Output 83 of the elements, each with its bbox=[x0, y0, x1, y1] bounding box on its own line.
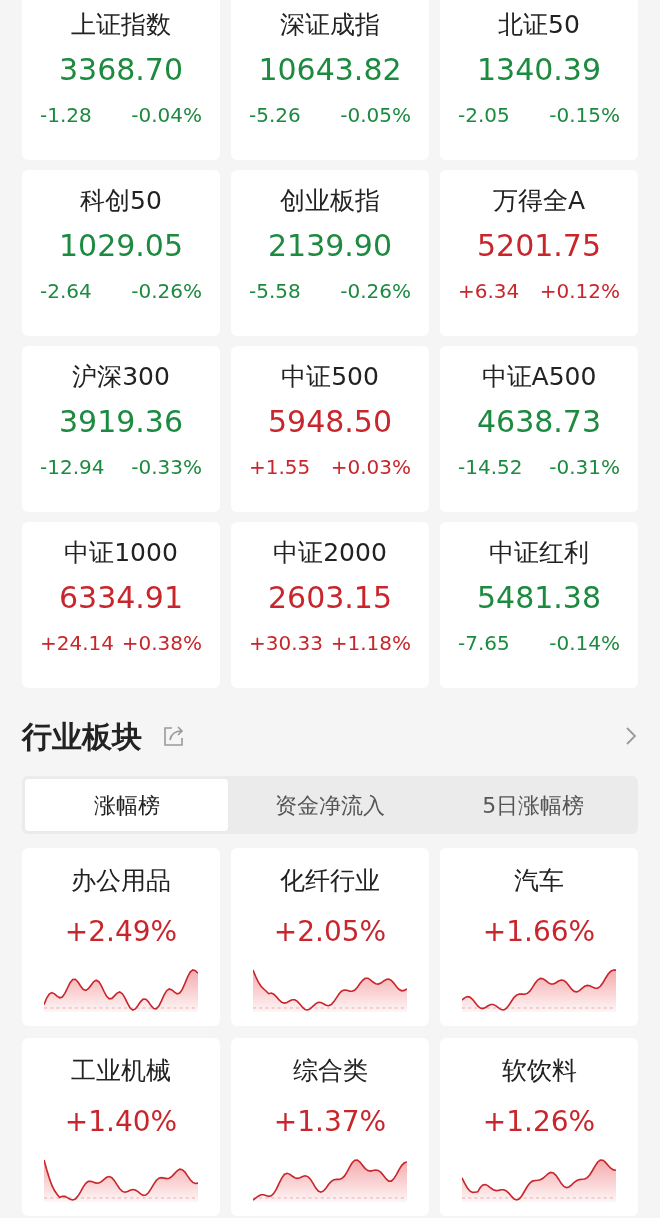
tab[interactable]: 涨幅榜 bbox=[25, 779, 229, 831]
index-change: -2.64 bbox=[40, 278, 92, 305]
sector-name: 汽车 bbox=[514, 865, 564, 897]
index-change: -7.65 bbox=[458, 630, 510, 657]
sector-name: 软饮料 bbox=[501, 1055, 577, 1087]
index-percent: -0.04% bbox=[131, 102, 202, 129]
section-title: 行业板块 bbox=[22, 717, 142, 756]
index-change: -14.52 bbox=[458, 454, 523, 481]
index-name: 北证50 bbox=[498, 9, 580, 41]
index-value: 6334.91 bbox=[58, 579, 184, 617]
index-card[interactable]: 北证50 1340.39 -2.05 -0.15% bbox=[440, 0, 638, 160]
index-change: -12.94 bbox=[40, 454, 105, 481]
sector-name: 办公用品 bbox=[71, 865, 171, 897]
sector-card[interactable]: 化纤行业 +2.05% bbox=[231, 848, 429, 1026]
index-card[interactable]: 中证A500 4638.73 -14.52 -0.31% bbox=[440, 346, 638, 512]
index-name: 沪深300 bbox=[72, 361, 170, 393]
index-name: 上证指数 bbox=[71, 9, 171, 41]
index-name: 中证1000 bbox=[64, 537, 178, 569]
sector-percent: +1.66% bbox=[482, 914, 596, 950]
index-value: 5201.75 bbox=[476, 227, 602, 265]
index-name: 科创50 bbox=[80, 185, 162, 217]
sector-card[interactable]: 软饮料 +1.26% bbox=[440, 1038, 638, 1216]
index-card[interactable]: 深证成指 10643.82 -5.26 -0.05% bbox=[231, 0, 429, 160]
index-card[interactable]: 沪深300 3919.36 -12.94 -0.33% bbox=[22, 346, 220, 512]
index-percent: -0.33% bbox=[131, 454, 202, 481]
index-change: +1.55 bbox=[249, 454, 311, 481]
index-card[interactable]: 中证500 5948.50 +1.55 +0.03% bbox=[231, 346, 429, 512]
sector-card[interactable]: 办公用品 +2.49% bbox=[22, 848, 220, 1026]
index-percent: -0.14% bbox=[549, 630, 620, 657]
index-value: 5948.50 bbox=[267, 403, 393, 441]
index-card[interactable]: 中证1000 6334.91 +24.14 +0.38% bbox=[22, 522, 220, 688]
index-name: 深证成指 bbox=[280, 9, 380, 41]
tab[interactable]: 5日涨幅榜 bbox=[431, 779, 635, 831]
index-value: 2603.15 bbox=[267, 579, 393, 617]
index-value: 3919.36 bbox=[58, 403, 184, 441]
index-change: -2.05 bbox=[458, 102, 510, 129]
index-change: -1.28 bbox=[40, 102, 92, 129]
index-value: 2139.90 bbox=[267, 227, 393, 265]
index-value: 3368.70 bbox=[58, 51, 184, 89]
index-card[interactable]: 中证2000 2603.15 +30.33 +1.18% bbox=[231, 522, 429, 688]
share-icon[interactable] bbox=[162, 724, 186, 748]
index-percent: +0.38% bbox=[121, 630, 202, 657]
index-percent: -0.26% bbox=[340, 278, 411, 305]
sector-percent: +1.26% bbox=[482, 1104, 596, 1140]
sector-card[interactable]: 工业机械 +1.40% bbox=[22, 1038, 220, 1216]
index-percent: -0.26% bbox=[131, 278, 202, 305]
sector-name: 化纤行业 bbox=[280, 865, 380, 897]
index-percent: +1.18% bbox=[330, 630, 411, 657]
index-card[interactable]: 上证指数 3368.70 -1.28 -0.04% bbox=[22, 0, 220, 160]
sector-percent: +2.05% bbox=[273, 914, 387, 950]
index-percent: +0.03% bbox=[330, 454, 411, 481]
index-value: 1029.05 bbox=[58, 227, 184, 265]
index-change: -5.26 bbox=[249, 102, 301, 129]
tab[interactable]: 资金净流入 bbox=[228, 779, 432, 831]
sector-percent: +1.37% bbox=[273, 1104, 387, 1140]
index-card[interactable]: 万得全A 5201.75 +6.34 +0.12% bbox=[440, 170, 638, 336]
index-value: 5481.38 bbox=[476, 579, 602, 617]
sector-card[interactable]: 综合类 +1.37% bbox=[231, 1038, 429, 1216]
index-change: -5.58 bbox=[249, 278, 301, 305]
index-name: 中证A500 bbox=[481, 361, 597, 393]
index-name: 中证500 bbox=[281, 361, 379, 393]
sector-name: 工业机械 bbox=[71, 1055, 171, 1087]
index-change: +6.34 bbox=[458, 278, 520, 305]
index-percent: -0.15% bbox=[549, 102, 620, 129]
index-percent: -0.05% bbox=[340, 102, 411, 129]
index-card[interactable]: 创业板指 2139.90 -5.58 -0.26% bbox=[231, 170, 429, 336]
sector-name: 综合类 bbox=[292, 1055, 368, 1087]
sector-percent: +1.40% bbox=[64, 1104, 178, 1140]
index-change: +24.14 bbox=[40, 630, 114, 657]
index-name: 万得全A bbox=[492, 185, 586, 217]
index-name: 中证红利 bbox=[489, 537, 589, 569]
sector-percent: +2.49% bbox=[64, 914, 178, 950]
index-percent: -0.31% bbox=[549, 454, 620, 481]
index-change: +30.33 bbox=[249, 630, 323, 657]
index-card[interactable]: 科创50 1029.05 -2.64 -0.26% bbox=[22, 170, 220, 336]
index-value: 10643.82 bbox=[258, 51, 402, 89]
index-value: 1340.39 bbox=[476, 51, 602, 89]
index-value: 4638.73 bbox=[476, 403, 602, 441]
index-card[interactable]: 中证红利 5481.38 -7.65 -0.14% bbox=[440, 522, 638, 688]
index-name: 中证2000 bbox=[273, 537, 387, 569]
index-name: 创业板指 bbox=[280, 185, 380, 217]
index-percent: +0.12% bbox=[539, 278, 620, 305]
sector-card[interactable]: 汽车 +1.66% bbox=[440, 848, 638, 1026]
